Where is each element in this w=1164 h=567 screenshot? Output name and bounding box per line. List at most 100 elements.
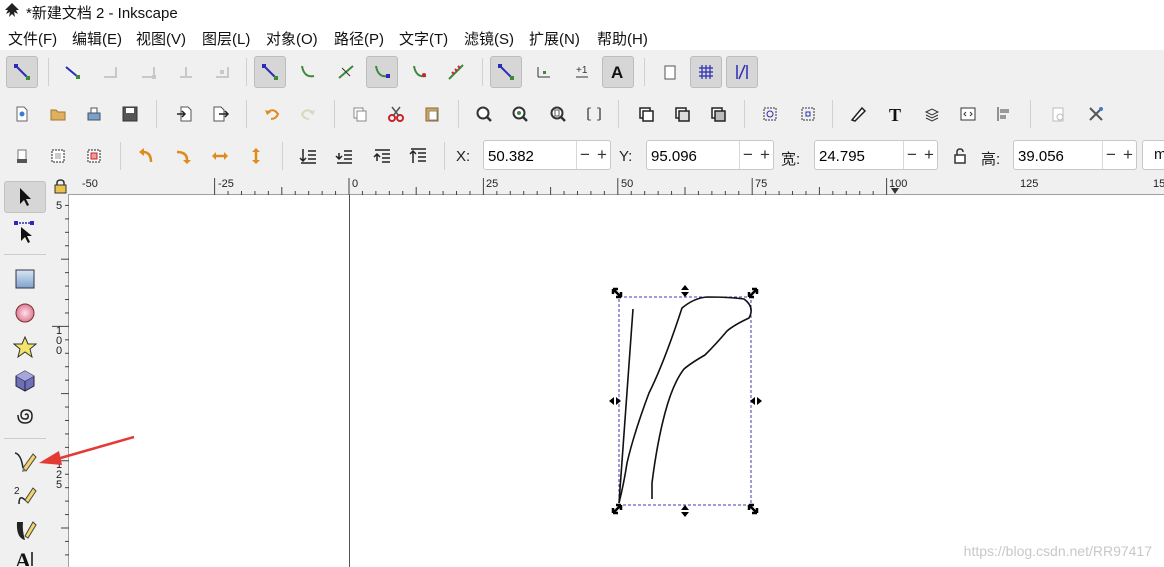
- width-increment-button[interactable]: +: [924, 145, 934, 165]
- svg-text:+1: +1: [576, 65, 588, 76]
- fill-stroke-button[interactable]: [842, 98, 874, 130]
- flip-horizontal-button[interactable]: [204, 140, 236, 172]
- snap-paths-button[interactable]: [292, 56, 324, 88]
- layers-button[interactable]: [916, 98, 948, 130]
- xml-editor-button[interactable]: [952, 98, 984, 130]
- menu-help[interactable]: 帮助(H): [597, 28, 648, 49]
- height-input[interactable]: [1016, 144, 1108, 168]
- rectangle-tool[interactable]: [4, 263, 46, 295]
- undo-button[interactable]: [256, 98, 288, 130]
- raise-to-top-button[interactable]: [402, 140, 434, 172]
- snap-guides-button[interactable]: [726, 56, 758, 88]
- menu-text[interactable]: 文字(T): [399, 28, 448, 49]
- menu-object[interactable]: 对象(O): [266, 28, 318, 49]
- snap-bbox-center-button[interactable]: [206, 56, 238, 88]
- open-button[interactable]: [42, 98, 74, 130]
- y-increment-button[interactable]: +: [760, 145, 770, 165]
- text-font-button[interactable]: T: [880, 98, 912, 130]
- y-decrement-button[interactable]: −: [743, 145, 753, 165]
- width-input[interactable]: [817, 144, 909, 168]
- y-input[interactable]: [649, 144, 741, 168]
- zoom-drawing-button[interactable]: [504, 98, 536, 130]
- height-increment-button[interactable]: +: [1123, 145, 1133, 165]
- snap-others-button[interactable]: [490, 56, 522, 88]
- unlink-clone-button[interactable]: [702, 98, 734, 130]
- height-decrement-button[interactable]: −: [1106, 145, 1116, 165]
- zoom-width-button[interactable]: [578, 98, 610, 130]
- node-tool[interactable]: [4, 215, 46, 247]
- paste-button[interactable]: [416, 98, 448, 130]
- snap-enable-button[interactable]: [6, 56, 38, 88]
- snap-text-baseline-button[interactable]: A: [602, 56, 634, 88]
- guides-icon: [736, 64, 748, 80]
- lock-proportions-button[interactable]: [944, 140, 976, 172]
- horizontal-ruler[interactable]: -50 -25 0 25 50 75 100 125 15: [68, 178, 1164, 195]
- preferences-button[interactable]: [1080, 98, 1112, 130]
- vertical-ruler[interactable]: 5 1 0 0 1 2 5: [52, 195, 69, 567]
- snap-intersection-button[interactable]: [330, 56, 362, 88]
- snap-page-border-button[interactable]: [654, 56, 686, 88]
- snap-bbox-edge-button[interactable]: [94, 56, 126, 88]
- snap-grid-button[interactable]: [690, 56, 722, 88]
- flip-vertical-button[interactable]: [240, 140, 272, 172]
- raise-button[interactable]: [366, 140, 398, 172]
- new-document-button[interactable]: [6, 98, 38, 130]
- snap-smooth-button[interactable]: [404, 56, 436, 88]
- selected-freehand-path[interactable]: [609, 283, 809, 519]
- rotate-ccw-button[interactable]: [130, 140, 162, 172]
- width-decrement-button[interactable]: −: [907, 145, 917, 165]
- copy-button[interactable]: [344, 98, 376, 130]
- menu-path[interactable]: 路径(P): [334, 28, 384, 49]
- snap-bbox-mid-button[interactable]: [170, 56, 202, 88]
- unit-select[interactable]: m: [1142, 140, 1164, 170]
- snap-midpoint-button[interactable]: [440, 56, 472, 88]
- print-button[interactable]: [78, 98, 110, 130]
- export-button[interactable]: [204, 98, 236, 130]
- pen-tool[interactable]: 2: [4, 480, 46, 512]
- menu-edit[interactable]: 编辑(E): [72, 28, 122, 49]
- menu-extensions[interactable]: 扩展(N): [529, 28, 580, 49]
- lower-to-bottom-button[interactable]: [292, 140, 324, 172]
- star-tool[interactable]: [4, 331, 46, 363]
- x-increment-button[interactable]: +: [597, 145, 607, 165]
- menu-layer[interactable]: 图层(L): [202, 28, 250, 49]
- menu-filters[interactable]: 滤镜(S): [464, 28, 514, 49]
- selector-tool[interactable]: [4, 181, 46, 213]
- drawing-canvas[interactable]: https://blog.csdn.net/RR97417: [39, 195, 1164, 567]
- snap-cusp-button[interactable]: [366, 56, 398, 88]
- group-button[interactable]: [754, 98, 786, 130]
- select-all-layers-button[interactable]: [42, 140, 74, 172]
- rotate-cw-icon: [176, 150, 191, 164]
- rotate-cw-button[interactable]: [166, 140, 198, 172]
- clone-button[interactable]: [666, 98, 698, 130]
- x-decrement-button[interactable]: −: [580, 145, 590, 165]
- fill-stroke-icon: [850, 106, 867, 122]
- snap-bbox-button[interactable]: [56, 56, 88, 88]
- snap-object-center-button[interactable]: [528, 56, 560, 88]
- snap-rotation-center-button[interactable]: +1: [566, 56, 598, 88]
- zoom-page-button[interactable]: [542, 98, 574, 130]
- import-button[interactable]: [168, 98, 200, 130]
- menu-file[interactable]: 文件(F): [8, 28, 57, 49]
- zoom-selection-button[interactable]: [468, 98, 500, 130]
- text-tool[interactable]: A: [4, 548, 46, 567]
- calligraphy-tool[interactable]: [4, 514, 46, 546]
- 3d-box-tool[interactable]: [4, 365, 46, 397]
- snap-nodes-button[interactable]: [254, 56, 286, 88]
- spiral-tool[interactable]: [4, 399, 46, 431]
- x-input[interactable]: [486, 144, 578, 168]
- duplicate-button[interactable]: [630, 98, 662, 130]
- select-all-button[interactable]: [6, 140, 38, 172]
- ellipse-tool[interactable]: [4, 297, 46, 329]
- cut-button[interactable]: [380, 98, 412, 130]
- align-distribute-button[interactable]: [988, 98, 1020, 130]
- lower-button[interactable]: [328, 140, 360, 172]
- document-properties-button[interactable]: [1042, 98, 1074, 130]
- deselect-button[interactable]: [78, 140, 110, 172]
- menu-view[interactable]: 视图(V): [136, 28, 186, 49]
- guide-lock-toggle[interactable]: [52, 178, 69, 195]
- snap-bbox-corner-button[interactable]: [132, 56, 164, 88]
- ungroup-button[interactable]: [792, 98, 824, 130]
- save-button[interactable]: [114, 98, 146, 130]
- redo-button[interactable]: [292, 98, 324, 130]
